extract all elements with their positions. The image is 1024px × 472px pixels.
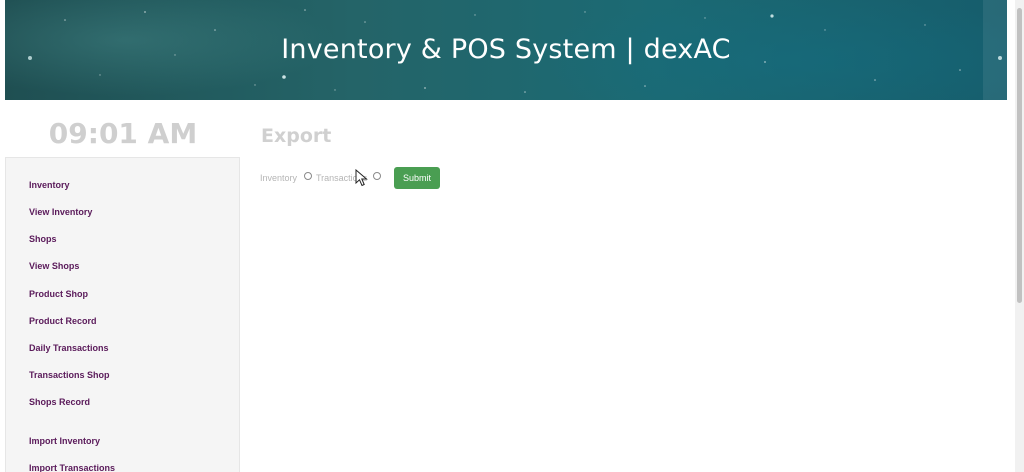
radio-transactions[interactable] [373,172,381,180]
sidebar-item-view-shops[interactable]: View Shops [29,261,79,271]
sidebar-item-inventory[interactable]: Inventory [29,180,70,190]
sidebar-item-product-record[interactable]: Product Record [29,316,97,326]
radio-inventory[interactable] [304,172,312,180]
sidebar-item-import-transactions[interactable]: Import Transactions [29,463,115,472]
page-scrollbar-thumb[interactable] [1017,8,1022,303]
submit-button[interactable]: Submit [394,167,440,189]
page: Inventory & POS System | dexAC 09:01 AM … [0,0,1024,472]
mouse-pointer-icon [355,169,368,187]
sidebar-item-shops[interactable]: Shops [29,234,57,244]
sidebar-item-product-shop[interactable]: Product Shop [29,289,88,299]
sidebar-item-view-inventory[interactable]: View Inventory [29,207,92,217]
sidebar-item-transactions-shop[interactable]: Transactions Shop [29,370,110,380]
sidebar-item-shops-record[interactable]: Shops Record [29,397,90,407]
app-title: Inventory & POS System | dexAC [281,34,731,65]
page-title: Export [261,125,332,147]
sidebar-nav: Inventory View Inventory Shops View Shop… [5,157,240,472]
sidebar-item-import-inventory[interactable]: Import Inventory [29,436,100,446]
sidebar-item-daily-transactions[interactable]: Daily Transactions [29,343,109,353]
clock-display: 09:01 AM [48,117,198,150]
radio-label-inventory: Inventory [260,173,298,183]
header-banner: Inventory & POS System | dexAC [5,0,1007,100]
